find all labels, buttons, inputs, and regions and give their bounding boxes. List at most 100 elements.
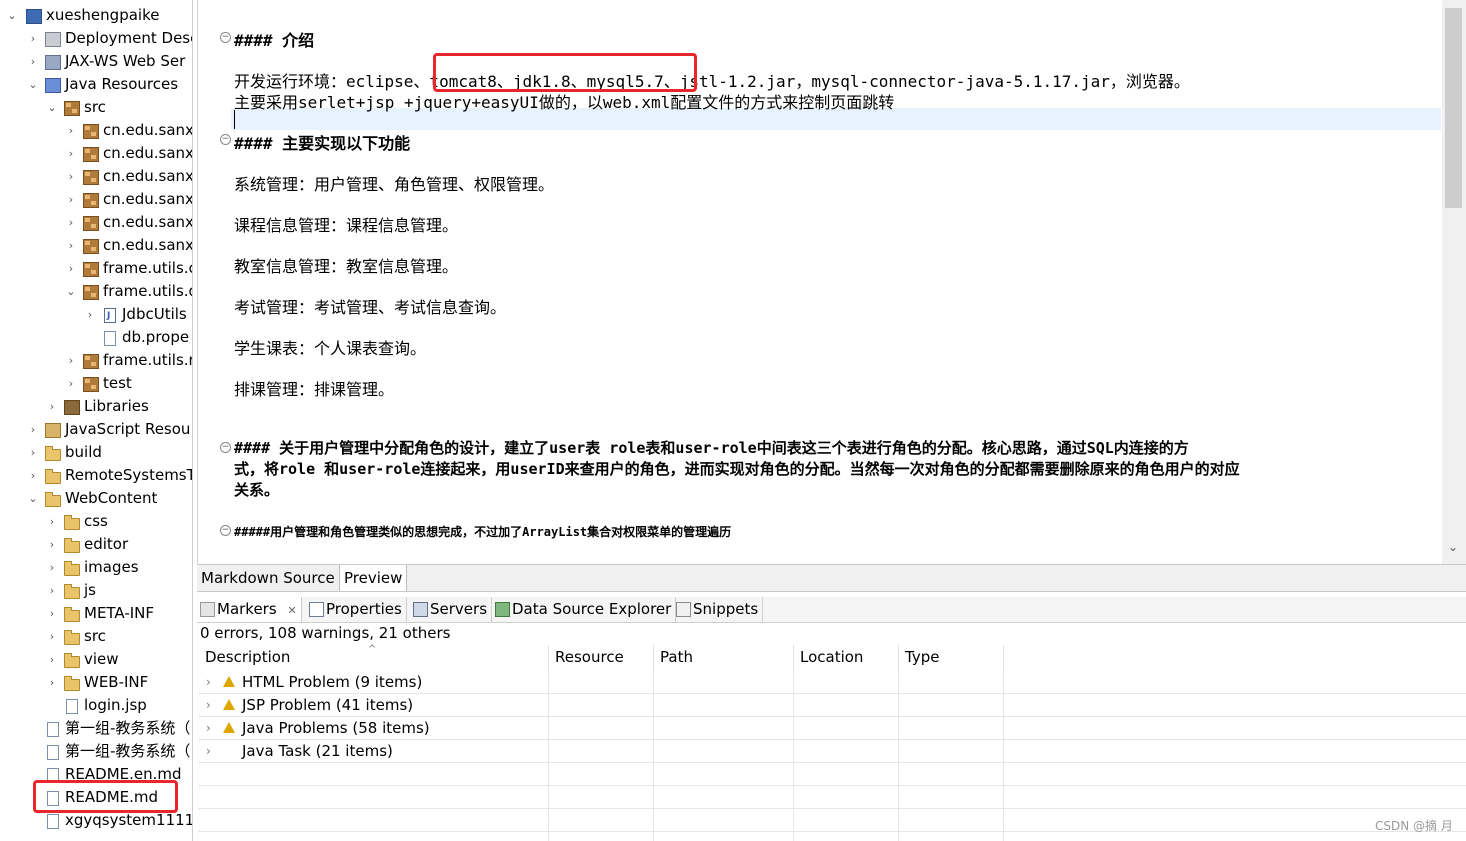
tree-item-jaxws[interactable]: › JAX-WS Web Ser xyxy=(0,50,192,73)
chevron-right-icon[interactable]: › xyxy=(46,625,58,648)
column-header-description[interactable]: Description ^ xyxy=(198,644,549,670)
tree-item-package[interactable]: › test xyxy=(0,372,192,395)
tree-item-file[interactable]: login.jsp xyxy=(0,694,192,717)
chevron-down-icon[interactable]: ⌄ xyxy=(6,4,18,27)
fold-toggle-icon[interactable]: − xyxy=(220,442,231,453)
line-feature-scheduling: 排课管理：排课管理。 xyxy=(234,380,395,399)
chevron-right-icon[interactable]: › xyxy=(46,648,58,671)
line-feature-course: 课程信息管理：课程信息管理。 xyxy=(234,216,459,235)
tree-item-java-resources[interactable]: ⌄ Java Resources xyxy=(0,73,192,96)
tree-item-package[interactable]: › cn.edu.sanx xyxy=(0,234,192,257)
tree-item-package[interactable]: ⌄ frame.utils.d xyxy=(0,280,192,303)
chevron-right-icon[interactable]: › xyxy=(46,671,58,694)
tab-markdown-source[interactable]: Markdown Source xyxy=(197,565,339,591)
chevron-right-icon[interactable]: › xyxy=(46,533,58,556)
fold-toggle-icon[interactable]: − xyxy=(220,134,231,145)
tree-item-folder[interactable]: › RemoteSystemsT xyxy=(0,464,192,487)
tree-item-java-file[interactable]: › JdbcUtils xyxy=(0,303,192,326)
tree-item-file[interactable]: db.prope xyxy=(0,326,192,349)
chevron-right-icon[interactable]: › xyxy=(65,257,77,280)
tree-item-deployment-descriptor[interactable]: › Deployment Desc xyxy=(0,27,192,50)
chevron-right-icon[interactable]: › xyxy=(65,211,77,234)
tab-properties[interactable]: Properties xyxy=(306,597,407,622)
chevron-right-icon[interactable]: › xyxy=(206,740,211,763)
chevron-right-icon[interactable]: › xyxy=(46,395,58,418)
table-row[interactable]: › HTML Problem (9 items) xyxy=(198,671,541,694)
column-header-type[interactable]: Type xyxy=(898,645,1004,670)
chevron-right-icon[interactable]: › xyxy=(27,418,39,441)
fold-toggle-icon[interactable]: − xyxy=(220,32,231,43)
tree-item-libraries[interactable]: › Libraries xyxy=(0,395,192,418)
tree-item-folder[interactable]: › src xyxy=(0,625,192,648)
chevron-right-icon[interactable]: › xyxy=(46,510,58,533)
tree-item-project[interactable]: ⌄ xueshengpaike xyxy=(0,4,192,27)
chevron-right-icon[interactable]: › xyxy=(65,188,77,211)
chevron-right-icon[interactable]: › xyxy=(65,234,77,257)
chevron-right-icon[interactable]: › xyxy=(206,694,211,717)
tree-item-folder[interactable]: › js xyxy=(0,579,192,602)
tree-item-file[interactable]: 第一组-教务系统（ xyxy=(0,740,192,763)
chevron-right-icon[interactable]: › xyxy=(65,165,77,188)
scrollbar-thumb[interactable] xyxy=(1445,8,1462,208)
tree-item-folder[interactable]: › META-INF xyxy=(0,602,192,625)
tree-item-package[interactable]: › cn.edu.sanx xyxy=(0,211,192,234)
tree-item-folder[interactable]: › view xyxy=(0,648,192,671)
column-header-path[interactable]: Path xyxy=(653,645,794,670)
tree-item-src[interactable]: ⌄ src xyxy=(0,96,192,119)
chevron-right-icon[interactable]: › xyxy=(206,671,211,694)
chevron-right-icon[interactable]: › xyxy=(65,142,77,165)
chevron-right-icon[interactable]: › xyxy=(27,50,39,73)
column-header-location[interactable]: Location xyxy=(793,645,899,670)
scroll-down-icon[interactable]: ⌄ xyxy=(1448,540,1458,554)
tree-item-package[interactable]: › cn.edu.sanx xyxy=(0,165,192,188)
column-header-resource[interactable]: Resource xyxy=(548,645,654,670)
fold-toggle-icon[interactable]: − xyxy=(220,525,231,536)
tab-servers[interactable]: Servers xyxy=(410,597,493,622)
chevron-right-icon[interactable]: › xyxy=(65,119,77,142)
chevron-right-icon[interactable]: › xyxy=(27,464,39,487)
tree-item-javascript-resources[interactable]: › JavaScript Resou xyxy=(0,418,192,441)
table-row[interactable]: › JSP Problem (41 items) xyxy=(198,694,541,717)
tree-item-file[interactable]: 第一组-教务系统（ xyxy=(0,717,192,740)
tree-item-folder[interactable]: › editor xyxy=(0,533,192,556)
tab-markers[interactable]: Markers ✕ xyxy=(197,597,302,622)
folder-icon xyxy=(64,515,80,530)
chevron-right-icon[interactable]: › xyxy=(65,372,77,395)
tree-item-package[interactable]: › cn.edu.sanx xyxy=(0,142,192,165)
markers-icon xyxy=(200,602,215,617)
chevron-down-icon[interactable]: ⌄ xyxy=(27,73,39,96)
tab-preview[interactable]: Preview xyxy=(339,565,408,591)
chevron-right-icon[interactable]: › xyxy=(46,556,58,579)
tree-item-package[interactable]: › frame.utils.c xyxy=(0,257,192,280)
close-icon[interactable]: ✕ xyxy=(287,604,296,617)
chevron-right-icon[interactable]: › xyxy=(27,27,39,50)
table-row[interactable]: › Java Problems (58 items) xyxy=(198,717,541,740)
tree-item-package[interactable]: › cn.edu.sanx xyxy=(0,119,192,142)
tab-label: Servers xyxy=(430,600,488,618)
chevron-down-icon[interactable]: ⌄ xyxy=(65,280,77,303)
tab-snippets[interactable]: Snippets xyxy=(673,597,764,622)
chevron-right-icon[interactable]: › xyxy=(27,441,39,464)
tree-item-folder[interactable]: › css xyxy=(0,510,192,533)
chevron-down-icon[interactable]: ⌄ xyxy=(46,96,58,119)
chevron-right-icon[interactable]: › xyxy=(46,602,58,625)
heading-intro: #### 介绍 xyxy=(234,31,315,50)
tab-data-source-explorer[interactable]: Data Source Explorer xyxy=(492,597,677,622)
line-feature-classroom: 教室信息管理：教室信息管理。 xyxy=(234,257,459,276)
markdown-editor[interactable]: − #### 介绍 开发运行环境：eclipse、tomcat8、jdk1.8、… xyxy=(197,0,1466,564)
chevron-right-icon[interactable]: › xyxy=(65,349,77,372)
tree-item-folder[interactable]: ⌄ WebContent xyxy=(0,487,192,510)
chevron-down-icon[interactable]: ⌄ xyxy=(27,487,39,510)
tree-item-package[interactable]: › frame.utils.r xyxy=(0,349,192,372)
folder-icon xyxy=(64,561,80,576)
chevron-right-icon[interactable]: › xyxy=(84,303,96,326)
tree-item-package[interactable]: › cn.edu.sanx xyxy=(0,188,192,211)
tree-item-folder[interactable]: › images xyxy=(0,556,192,579)
tab-label: Properties xyxy=(326,600,402,618)
chevron-right-icon[interactable]: › xyxy=(206,717,211,740)
chevron-right-icon[interactable]: › xyxy=(46,579,58,602)
table-row[interactable]: › Java Task (21 items) xyxy=(198,740,541,763)
folder-icon xyxy=(64,653,80,668)
tree-item-folder[interactable]: › build xyxy=(0,441,192,464)
tree-item-folder[interactable]: › WEB-INF xyxy=(0,671,192,694)
